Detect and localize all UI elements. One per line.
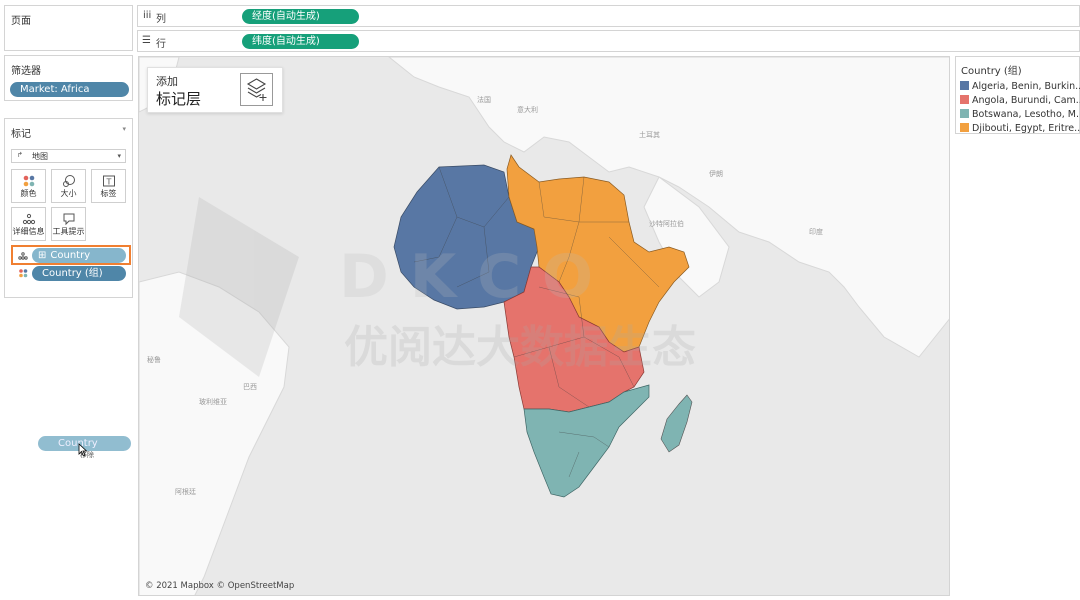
mark-type-select[interactable]: ↱ 地图 ▾	[11, 149, 126, 163]
country-detail-label: Country	[50, 250, 91, 261]
marks-panel-title: 标记	[11, 129, 31, 140]
rows-shelf[interactable]: ☰ 行 纬度(自动生成)	[137, 30, 1080, 52]
legend-item[interactable]: Angola, Burundi, Cam..	[960, 95, 1080, 109]
add-mark-layer-line1: 添加	[156, 75, 178, 88]
place-label-italy: 意大利	[517, 106, 538, 114]
cursor-icon	[78, 443, 88, 460]
color-legend: Country (组) Algeria, Benin, Burkin.. Ang…	[955, 56, 1080, 134]
pages-panel: 页面	[4, 5, 133, 51]
legend-title: Country (组)	[961, 66, 1022, 77]
country-detail-pill[interactable]: ⊞ Country	[32, 248, 126, 263]
add-mark-layer-button[interactable]: 添加 标记层	[147, 67, 283, 113]
country-group-color-pill[interactable]: Country (组)	[32, 266, 126, 281]
label-T-icon: T	[92, 174, 125, 188]
tooltip-button[interactable]: 工具提示	[51, 207, 86, 241]
size-button[interactable]: 大小	[51, 169, 86, 203]
columns-shelf[interactable]: iii 列 经度(自动生成)	[137, 5, 1080, 27]
detail-button[interactable]: 详细信息	[11, 207, 46, 241]
size-button-label: 大小	[60, 189, 77, 198]
legend-item[interactable]: Djibouti, Egypt, Eritre..	[960, 123, 1080, 137]
legend-item-label: Angola, Burundi, Cam..	[972, 95, 1080, 106]
rows-label: 行	[156, 39, 166, 50]
map-view[interactable]: D K C O 优阅达大数据生态 法国 意大利 土耳其 伊朗 沙特阿拉伯 印度 …	[138, 56, 950, 596]
place-label-peru: 秘鲁	[147, 356, 161, 364]
columns-label: 列	[156, 14, 166, 25]
map-mark-icon: ↱	[17, 151, 23, 159]
place-label-india: 印度	[809, 228, 823, 236]
svg-text:D K C O: D K C O	[339, 242, 593, 312]
color-small-icon	[18, 268, 28, 281]
legend-swatch	[960, 109, 969, 118]
map-attribution: © 2021 Mapbox © OpenStreetMap	[145, 581, 295, 591]
color-button[interactable]: 颜色	[11, 169, 46, 203]
legend-swatch	[960, 123, 969, 132]
tooltip-bubble-icon	[52, 212, 85, 226]
color-dots-icon	[12, 174, 45, 188]
rows-icon: ☰	[142, 35, 151, 46]
place-label-bolivia: 玻利维亚	[199, 398, 227, 406]
filters-panel: 筛选器 Market: Africa	[4, 55, 133, 101]
legend-swatch	[960, 95, 969, 104]
detail-button-label: 详细信息	[12, 227, 45, 236]
place-label-iran: 伊朗	[709, 170, 723, 178]
chevron-down-icon: ▾	[117, 152, 121, 160]
tooltip-button-label: 工具提示	[52, 227, 85, 236]
legend-item[interactable]: Algeria, Benin, Burkin..	[960, 81, 1080, 95]
svg-text:优阅达大数据生态: 优阅达大数据生态	[344, 322, 696, 373]
latitude-pill[interactable]: 纬度(自动生成)	[242, 34, 359, 49]
label-button[interactable]: T 标签	[91, 169, 126, 203]
place-label-saudi: 沙特阿拉伯	[649, 220, 684, 228]
columns-icon: iii	[143, 10, 152, 21]
place-label-argentina: 阿根廷	[175, 488, 196, 496]
marks-collapse-icon[interactable]: ▾	[122, 125, 126, 133]
place-label-france: 法国	[477, 96, 491, 104]
layers-plus-icon	[240, 73, 273, 106]
map-canvas[interactable]: D K C O 优阅达大数据生态	[139, 57, 950, 596]
color-button-label: 颜色	[20, 189, 37, 198]
legend-item[interactable]: Botswana, Lesotho, M..	[960, 109, 1080, 123]
legend-item-label: Algeria, Benin, Burkin..	[972, 81, 1080, 92]
filter-market-pill[interactable]: Market: Africa	[10, 82, 129, 97]
detail-dots-icon	[12, 212, 45, 226]
marks-panel: 标记 ▾ ↱ 地图 ▾ 颜色 大小 T 标签 详细信息 工具提示 ⊞ Count…	[4, 118, 133, 298]
label-button-label: 标签	[100, 189, 117, 198]
svg-text:T: T	[105, 178, 111, 187]
pages-panel-title: 页面	[11, 16, 31, 27]
legend-item-label: Djibouti, Egypt, Eritre..	[972, 123, 1080, 134]
place-label-brazil: 巴西	[243, 383, 257, 391]
expand-plus-icon: ⊞	[38, 250, 47, 261]
legend-swatch	[960, 81, 969, 90]
add-mark-layer-line2: 标记层	[156, 90, 202, 108]
filters-panel-title: 筛选器	[11, 66, 41, 77]
size-icon	[52, 174, 85, 188]
mark-type-label: 地图	[32, 152, 48, 161]
place-label-turkey: 土耳其	[639, 131, 660, 139]
legend-item-label: Botswana, Lesotho, M..	[972, 109, 1080, 120]
longitude-pill[interactable]: 经度(自动生成)	[242, 9, 359, 24]
detail-small-icon	[18, 250, 28, 263]
